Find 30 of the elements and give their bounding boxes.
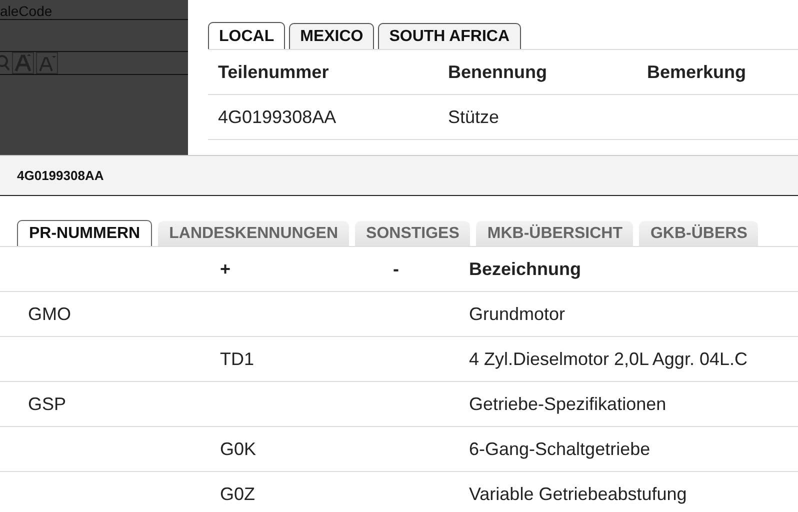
- column-header: +: [220, 258, 232, 280]
- table-cell: 4 Zyl.Dieselmotor 2,0L Aggr. 04L.C: [469, 348, 748, 370]
- detail-tab[interactable]: MKB-ÜBERSICHT: [476, 221, 634, 246]
- search-icon[interactable]: [0, 54, 10, 72]
- font-increase-icon[interactable]: [12, 52, 34, 74]
- column-header: Bezeichnung: [469, 258, 582, 280]
- table-cell-text: Stütze: [448, 106, 500, 128]
- table-cell: Variable Getriebeabstufung: [469, 484, 687, 504]
- table-cell-text: TD1: [220, 348, 256, 370]
- table-cell-text: GSP: [28, 394, 68, 414]
- font-decrease-icon[interactable]: [36, 52, 58, 74]
- column-header: Bemerkung: [647, 62, 748, 82]
- region-tab[interactable]: SOUTH AFRICA: [378, 23, 521, 49]
- region-tab[interactable]: MEXICO: [289, 23, 374, 49]
- table-cell-text: GMO: [28, 304, 72, 324]
- table-cell-text: 4G0199308AA: [218, 106, 338, 128]
- column-header: Teilenummer: [218, 62, 330, 82]
- detail-tab[interactable]: SONSTIGES: [355, 221, 470, 246]
- detail-tab[interactable]: PR-NUMMERN: [17, 220, 152, 246]
- column-header: Benennung: [448, 62, 548, 82]
- column-header: -: [393, 258, 400, 280]
- region-tab[interactable]: LOCAL: [208, 22, 286, 49]
- table-cell-text: G0K: [220, 438, 258, 460]
- table-cell-text: G0Z: [220, 484, 256, 504]
- part-number-title: 4G0199308AA: [17, 168, 104, 183]
- table-cell: Getriebe-Spezifikationen: [469, 394, 666, 414]
- table-cell: Grundmotor: [469, 304, 566, 324]
- table-cell: 6-Gang-Schaltgetriebe: [469, 438, 650, 460]
- detail-tab[interactable]: GKB-ÜBERS: [639, 221, 758, 246]
- detail-tab[interactable]: LANDESKENNUNGEN: [158, 221, 350, 246]
